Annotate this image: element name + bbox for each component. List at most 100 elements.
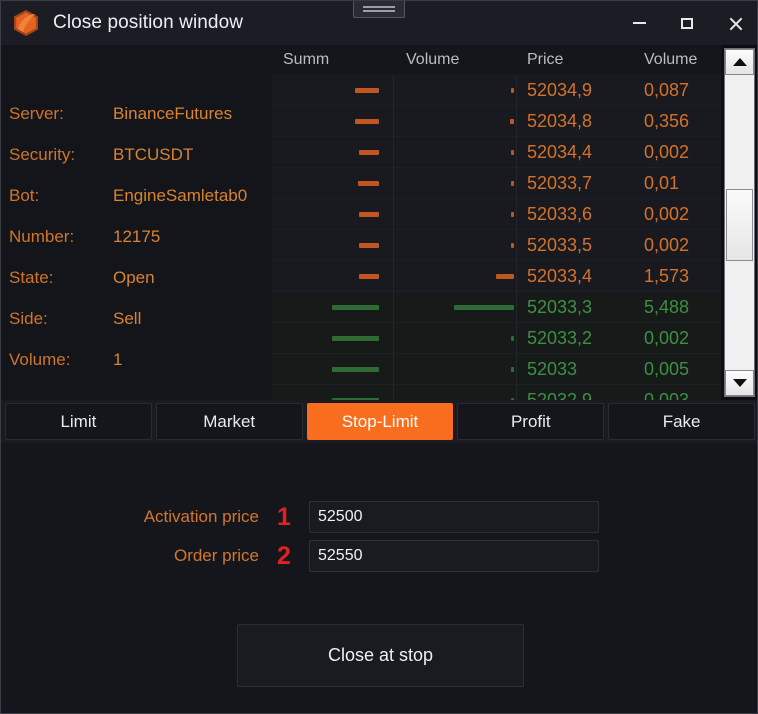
- order-book-row[interactable]: 52033,6 0,002: [272, 198, 721, 230]
- hexagon-logo-icon: [11, 8, 41, 38]
- order-price-label: Order price: [173, 546, 259, 565]
- cell-price: 52033,7: [527, 172, 593, 193]
- scroll-up-icon: [732, 58, 747, 66]
- annotation-marker-2: 2: [277, 541, 291, 570]
- info-row: Number: 12175: [1, 216, 272, 257]
- info-key: Security:: [9, 144, 76, 164]
- activation-price-row: Activation price 1 52500: [1, 501, 599, 533]
- order-book-header: Summ Volume Price Volume: [272, 45, 757, 75]
- order-book-row[interactable]: 52033,5 0,002: [272, 229, 721, 261]
- cell-volume: 0,002: [644, 327, 690, 348]
- cell-volume-bar: [394, 167, 517, 199]
- activation-price-label: Activation price: [143, 507, 259, 526]
- drag-grip-icon[interactable]: [353, 1, 405, 18]
- order-book-row[interactable]: 52034,8 0,356: [272, 105, 721, 137]
- cell-volume-bar: [394, 291, 517, 323]
- summ-bar: [355, 118, 379, 124]
- cell-summ: [272, 198, 394, 230]
- info-value: EngineSamletab0: [113, 185, 248, 205]
- summ-bar: [355, 87, 379, 93]
- maximize-icon: [681, 17, 693, 29]
- cell-summ: [272, 136, 394, 168]
- info-value: Sell: [113, 308, 142, 328]
- volume-bar: [511, 366, 514, 372]
- tab-limit[interactable]: Limit: [5, 403, 152, 440]
- order-type-tabs: Limit Market Stop-Limit Profit Fake: [1, 400, 757, 443]
- volume-bar: [511, 180, 514, 186]
- info-value: 1: [113, 349, 123, 369]
- info-key: Server:: [9, 103, 64, 123]
- cell-price: 52033,5: [527, 234, 593, 255]
- info-row: Volume: 1: [1, 339, 272, 380]
- cell-summ: [272, 105, 394, 137]
- close-icon: [728, 16, 743, 31]
- volume-bar: [496, 273, 514, 279]
- info-row: Side: Sell: [1, 298, 272, 339]
- order-book-row[interactable]: 52033 0,005: [272, 353, 721, 385]
- order-price-input[interactable]: 52550: [309, 540, 599, 572]
- volume-bar: [454, 304, 514, 310]
- tab-stop-limit[interactable]: Stop-Limit: [306, 403, 454, 440]
- cell-volume-bar: [394, 384, 517, 400]
- info-value: BinanceFutures: [113, 103, 233, 123]
- window-controls: [615, 1, 757, 45]
- activation-price-input[interactable]: 52500: [309, 501, 599, 533]
- summ-bar: [358, 180, 379, 186]
- info-value: BTCUSDT: [113, 144, 194, 164]
- window-title: Close position window: [53, 12, 244, 33]
- volume-bar: [511, 242, 514, 248]
- cell-summ: [272, 75, 394, 106]
- cell-summ: [272, 291, 394, 323]
- cell-price: 52033,4: [527, 265, 593, 286]
- close-at-stop-button[interactable]: Close at stop: [237, 624, 524, 687]
- cell-price: 52033: [527, 358, 578, 379]
- scrollbar-thumb[interactable]: [726, 189, 753, 261]
- cell-volume-bar: [394, 260, 517, 292]
- order-book-row[interactable]: 52033,7 0,01: [272, 167, 721, 199]
- scroll-down-button[interactable]: [725, 370, 754, 396]
- info-row: State: Open: [1, 257, 272, 298]
- minimize-button[interactable]: [615, 1, 663, 45]
- cell-price: 52033,2: [527, 327, 593, 348]
- info-key: State:: [9, 267, 54, 287]
- close-button[interactable]: [711, 1, 757, 45]
- order-book-row[interactable]: 52032,9 0,003: [272, 384, 721, 400]
- cell-summ: [272, 384, 394, 400]
- order-book-row[interactable]: 52033,4 1,573: [272, 260, 721, 292]
- cell-volume: 0,002: [644, 203, 690, 224]
- order-form: Activation price 1 52500 Order price 2 5…: [1, 443, 757, 713]
- volume-bar: [511, 149, 514, 155]
- volume-bar: [511, 211, 514, 217]
- cell-volume: 0,005: [644, 358, 690, 379]
- order-book-row[interactable]: 52033,2 0,002: [272, 322, 721, 354]
- cell-volume-bar: [394, 75, 517, 106]
- close-position-window: Close position window Server: BinanceFutu…: [0, 0, 758, 714]
- order-book-row[interactable]: 52034,4 0,002: [272, 136, 721, 168]
- summ-bar: [332, 304, 379, 310]
- info-value: 12175: [113, 226, 161, 246]
- summ-bar: [359, 149, 379, 155]
- cell-volume: 0,002: [644, 141, 690, 162]
- volume-bar: [511, 87, 514, 93]
- order-book-scrollbar[interactable]: [721, 45, 757, 400]
- cell-volume-bar: [394, 136, 517, 168]
- scroll-up-button[interactable]: [725, 49, 754, 75]
- tab-profit[interactable]: Profit: [457, 403, 605, 440]
- maximize-button[interactable]: [663, 1, 711, 45]
- tab-market[interactable]: Market: [155, 403, 303, 440]
- cell-volume: 0,356: [644, 110, 690, 131]
- info-key: Side:: [9, 308, 48, 328]
- order-book-row[interactable]: 52034,9 0,087: [272, 75, 721, 106]
- volume-bar: [510, 118, 514, 124]
- info-row: Server: BinanceFutures: [1, 93, 272, 134]
- order-book-row[interactable]: 52033,3 5,488: [272, 291, 721, 323]
- cell-summ: [272, 167, 394, 199]
- volume-bar: [511, 335, 514, 341]
- tab-fake[interactable]: Fake: [608, 403, 755, 440]
- cell-volume: 0,01: [644, 172, 680, 193]
- cell-volume-bar: [394, 229, 517, 261]
- order-book-rows[interactable]: 52034,9 0,087 52034,8 0,356 52034,4 0,002 5203…: [272, 75, 721, 400]
- order-book-panel: Summ Volume Price Volume 52034,9 0,087 520…: [272, 45, 757, 400]
- position-info-panel: Server: BinanceFutures Security: BTCUSDT Bot…: [1, 45, 272, 400]
- cell-volume: 1,573: [644, 265, 690, 286]
